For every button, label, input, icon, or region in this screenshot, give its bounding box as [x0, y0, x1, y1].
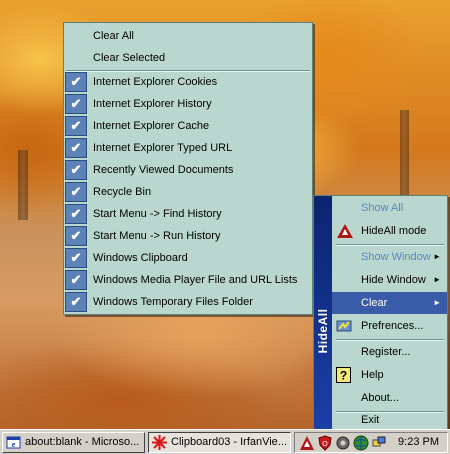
register-item[interactable]: Register... — [332, 341, 447, 363]
clear-option-label: Recently Viewed Documents — [93, 164, 234, 176]
clear-option-label: Windows Clipboard — [93, 252, 188, 264]
taskbar: e about:blank - Microso... Clipboard03 -… — [0, 429, 450, 454]
svg-text:?: ? — [340, 369, 347, 383]
clear-all-label: Clear All — [93, 30, 134, 42]
clear-option-label: Internet Explorer Typed URL — [93, 142, 233, 154]
network-icon[interactable] — [371, 435, 387, 451]
clear-option-item[interactable]: ✔ Windows Temporary Files Folder — [64, 291, 312, 313]
clear-option-label: Windows Temporary Files Folder — [93, 296, 253, 308]
preferences-label: Prefrences... — [361, 320, 424, 332]
exit-label: Exit — [361, 414, 380, 426]
register-label: Register... — [361, 346, 411, 358]
hideall-mode-icon — [337, 224, 353, 246]
shield-icon[interactable]: O — [317, 435, 333, 451]
clear-option-item[interactable]: ✔ Internet Explorer Cache — [64, 115, 312, 137]
checkmark-icon: ✔ — [65, 160, 87, 180]
taskbar-button-irfanview[interactable]: Clipboard03 - IrfanVie... — [148, 432, 291, 453]
clear-selected-item[interactable]: Clear Selected — [64, 47, 312, 69]
clear-all-item[interactable]: Clear All — [64, 25, 312, 47]
show-window-label: Show Window — [361, 251, 431, 263]
hideall-mode-item[interactable]: HideAll mode — [332, 220, 447, 242]
clear-option-label: Internet Explorer History — [93, 98, 212, 110]
internet-explorer-icon: e — [6, 435, 21, 450]
clear-option-label: Recycle Bin — [93, 186, 152, 198]
clear-option-label: Internet Explorer Cache — [93, 120, 210, 132]
checkmark-icon: ✔ — [65, 248, 87, 268]
preferences-icon — [336, 319, 352, 341]
settings-tray-icon[interactable] — [335, 435, 351, 451]
show-window-item[interactable]: Show Window ► — [332, 246, 447, 268]
clear-option-item[interactable]: ✔ Start Menu -> Run History — [64, 225, 312, 247]
clear-option-item[interactable]: ✔ Start Menu -> Find History — [64, 203, 312, 225]
clear-option-item[interactable]: ✔ Internet Explorer History — [64, 93, 312, 115]
clear-option-label: Start Menu -> Find History — [93, 208, 222, 220]
hideall-menu: HideAll Show All HideAll mode Show Windo… — [313, 195, 448, 433]
clear-option-item[interactable]: ✔ Internet Explorer Cookies — [64, 71, 312, 93]
clear-option-label: Start Menu -> Run History — [93, 230, 221, 242]
clear-option-label: Internet Explorer Cookies — [93, 76, 218, 88]
submenu-arrow-icon: ► — [433, 252, 441, 261]
checkmark-icon: ✔ — [65, 226, 87, 246]
taskbar-button-ie[interactable]: e about:blank - Microso... — [2, 432, 145, 453]
clear-label: Clear — [361, 297, 388, 309]
task-label: about:blank - Microso... — [25, 436, 140, 448]
submenu-arrow-icon: ► — [433, 298, 441, 307]
hide-window-item[interactable]: Hide Window ► — [332, 269, 447, 291]
hideall-sidebar-title: HideAll — [316, 308, 330, 354]
checkmark-icon: ✔ — [65, 270, 87, 290]
system-tray: O 9:23 PM — [294, 432, 448, 453]
checkmark-icon: ✔ — [65, 116, 87, 136]
svg-text:e: e — [12, 440, 16, 449]
clock: 9:23 PM — [398, 436, 439, 448]
exit-item[interactable]: Exit — [332, 409, 447, 431]
clear-option-label: Windows Media Player File and URL Lists — [93, 274, 298, 286]
svg-text:O: O — [322, 441, 328, 448]
hide-window-label: Hide Window — [361, 274, 426, 286]
help-label: Help — [361, 369, 384, 381]
show-all-label: Show All — [361, 202, 404, 214]
checkmark-icon: ✔ — [65, 292, 87, 312]
clear-option-item[interactable]: ✔ Recycle Bin — [64, 181, 312, 203]
help-item[interactable]: ? Help — [332, 364, 447, 386]
hideall-tray-icon[interactable] — [299, 435, 315, 451]
checkmark-icon: ✔ — [65, 72, 87, 92]
show-all-item[interactable]: Show All — [332, 197, 447, 219]
clear-submenu: Clear All Clear Selected ✔ Internet Explo… — [63, 22, 313, 315]
clear-option-item[interactable]: ✔ Internet Explorer Typed URL — [64, 137, 312, 159]
about-label: About... — [361, 392, 399, 404]
clear-option-item[interactable]: ✔ Windows Clipboard — [64, 247, 312, 269]
irfanview-icon — [152, 435, 167, 450]
hideall-sidebar: HideAll — [314, 196, 332, 432]
clear-selected-label: Clear Selected — [93, 52, 166, 64]
hideall-mode-label: HideAll mode — [361, 225, 427, 237]
clear-item[interactable]: Clear ► — [332, 292, 447, 314]
preferences-item[interactable]: Prefrences... — [332, 315, 447, 337]
checkmark-icon: ✔ — [65, 182, 87, 202]
checkmark-icon: ✔ — [65, 204, 87, 224]
task-label: Clipboard03 - IrfanVie... — [171, 436, 287, 448]
checkmark-icon: ✔ — [65, 94, 87, 114]
clear-option-item[interactable]: ✔ Recently Viewed Documents — [64, 159, 312, 181]
checkmark-icon: ✔ — [65, 138, 87, 158]
clear-option-item[interactable]: ✔ Windows Media Player File and URL Lists — [64, 269, 312, 291]
about-item[interactable]: About... — [332, 387, 447, 409]
globe-icon[interactable] — [353, 435, 369, 451]
submenu-arrow-icon: ► — [433, 275, 441, 284]
